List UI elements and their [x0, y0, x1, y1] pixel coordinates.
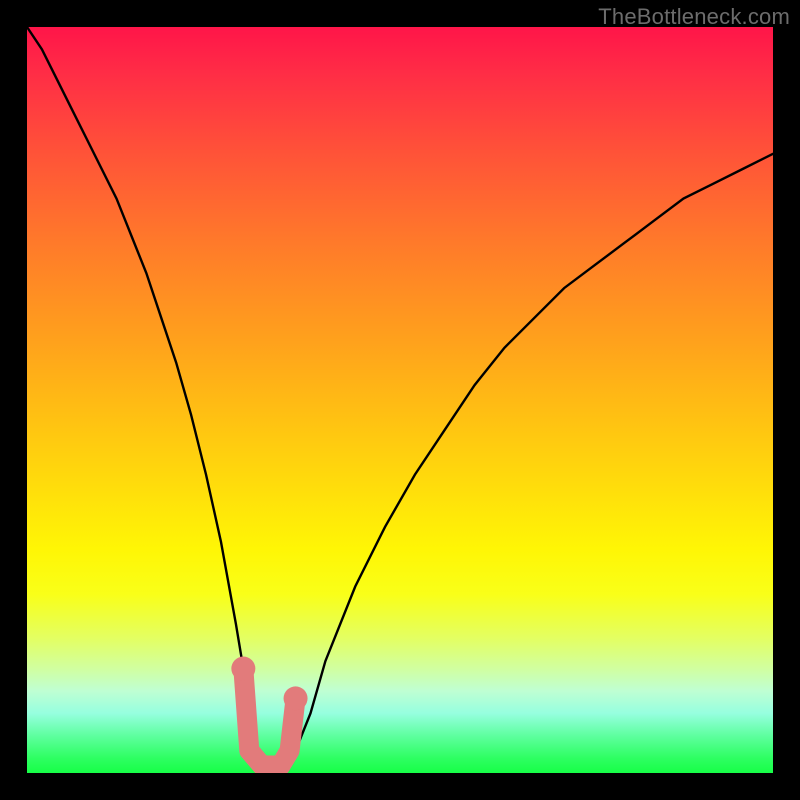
minimum-marker — [243, 669, 295, 766]
marker-right-dot — [284, 686, 308, 710]
watermark-text: TheBottleneck.com — [598, 4, 790, 30]
marker-group — [231, 657, 307, 766]
bottleneck-curve — [27, 27, 773, 769]
chart-frame: TheBottleneck.com — [0, 0, 800, 800]
marker-left-dot — [231, 657, 255, 681]
curve-layer — [27, 27, 773, 773]
plot-area — [27, 27, 773, 773]
